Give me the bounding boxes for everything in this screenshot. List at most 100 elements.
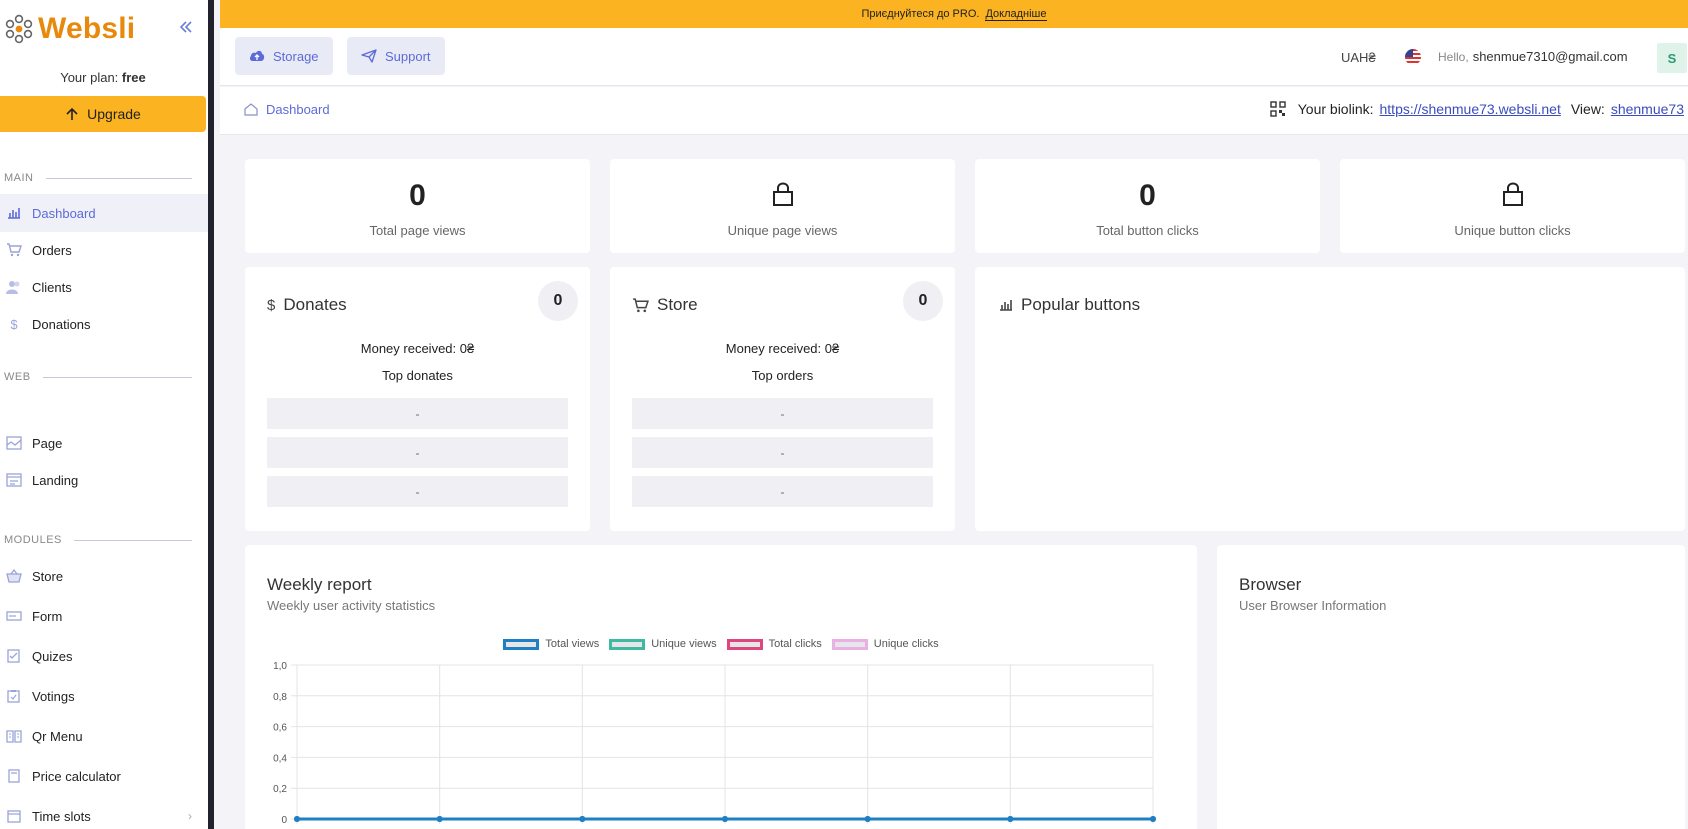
sidebar-item-label: Donations [32,316,91,332]
sidebar-item-time-slots[interactable]: Time slots › [0,797,208,829]
y-tick-label: 0,8 [273,692,287,703]
landing-icon [6,473,22,487]
logo[interactable]: Websli [4,12,135,46]
upgrade-label: Upgrade [87,106,141,122]
store-title-label: Store [657,295,698,314]
section-main: MAIN [4,172,192,184]
stat-total-button-clicks: 0 Total button clicks [975,159,1320,253]
store-money-received: Money received: 0₴ [725,341,840,356]
plan-info: Your plan: free [0,70,206,85]
section-main-label: MAIN [4,172,34,184]
stat-label: Unique button clicks [1454,223,1571,238]
dollar-icon: $ [267,296,276,314]
sidebar-item-form[interactable]: Form [0,597,208,635]
biolink-info: Your biolink: https://shenmue73.websli.n… [1270,101,1684,117]
hello-label: Hello, [1438,50,1469,64]
data-point [864,816,871,822]
lock-icon [1340,181,1685,207]
donates-count-badge: 0 [538,281,578,321]
donates-card: $ Donates 0 Money received: 0₴ Top donat… [245,267,590,531]
bar-chart-icon [1000,300,1012,311]
voting-icon [6,689,22,703]
cart-icon [633,297,649,312]
sidebar-item-landing[interactable]: Landing [0,461,208,499]
sidebar-item-dashboard[interactable]: Dashboard [0,194,208,232]
browser-subtitle: User Browser Information [1239,598,1387,613]
section-modules: MODULES [4,534,192,546]
sidebar-item-qr-menu[interactable]: Qr Menu [0,717,208,755]
divider [42,376,192,378]
storage-label: Storage [273,48,319,64]
user-email: shenmue7310@gmail.com [1472,49,1628,64]
weekly-report-card: Weekly report Weekly user activity stati… [245,545,1197,829]
sidebar-item-label: Votings [32,688,75,704]
page-icon [6,436,22,450]
chevron-right-icon: › [188,809,192,823]
avatar[interactable]: S [1657,43,1687,73]
donates-title: $ Donates [267,295,347,315]
stat-label: Unique page views [727,223,838,238]
sidebar-item-label: Page [32,435,63,451]
support-button[interactable]: Support [347,37,445,75]
book-icon [6,729,22,743]
sidebar-item-label: Quizes [32,648,73,664]
qr-code-icon[interactable] [1270,101,1286,117]
breadcrumb-dashboard: Dashboard [266,102,330,117]
upgrade-button[interactable]: Upgrade [0,96,206,132]
sidebar-item-clients[interactable]: Clients [0,268,208,306]
breadcrumb[interactable]: Dashboard [244,102,330,117]
us-flag-icon[interactable] [1405,49,1421,65]
sidebar-item-votings[interactable]: Votings [0,677,208,715]
donates-money-received: Money received: 0₴ [360,341,475,356]
view-link[interactable]: shenmue73 [1611,101,1684,117]
sidebar-item-orders[interactable]: Orders [0,231,208,269]
store-card: Store 0 Money received: 0₴ Top orders - … [610,267,955,531]
plan-value: free [121,70,146,85]
plan-label: Your plan: [60,70,119,85]
data-point [436,816,443,822]
logo-icon [5,14,33,44]
sidebar-item-label: Time slots [32,808,91,824]
sidebar-item-label: Landing [32,472,79,488]
storage-button[interactable]: Storage [235,37,333,75]
donates-title-label: Donates [283,295,347,314]
banner-link[interactable]: Докладніше [985,8,1047,21]
sidebar-item-store[interactable]: Store [0,557,208,595]
data-point [1150,816,1156,822]
data-point [722,816,728,822]
sidebar: Websli Your plan: free Upgrade MAIN Dash… [0,0,214,829]
breadcrumb-bar: Dashboard Your biolink: https://shenmue7… [220,87,1688,135]
list-item: - [267,437,568,468]
calendar-icon [6,809,22,823]
popular-buttons-title: Popular buttons [999,295,1140,315]
list-item: - [267,398,568,429]
pro-banner: Приєднуйтеся до PRO. Докладніше [220,0,1688,28]
home-icon [244,103,258,116]
sidebar-item-label: Qr Menu [32,728,83,744]
user-greeting: Hello, shenmue7310@gmail.com [1438,49,1628,64]
biolink-label: Your biolink: [1297,101,1374,117]
collapse-sidebar-icon[interactable] [178,18,194,41]
basket-icon [6,569,22,583]
currency-selector[interactable]: UAH₴ [1341,50,1376,65]
section-modules-label: MODULES [4,534,62,546]
stat-value: 0 [1139,179,1156,212]
banner-text: Приєднуйтеся до PRO. [861,8,980,20]
data-point [579,816,586,822]
calculator-icon [6,769,22,783]
logo-text: Websli [38,12,136,45]
biolink-url[interactable]: https://shenmue73.websli.net [1380,101,1561,117]
sidebar-item-price-calculator[interactable]: Price calculator [0,757,208,795]
y-tick-label: 0 [281,815,287,826]
sidebar-item-page[interactable]: Page [0,424,208,462]
list-item: - [267,476,568,507]
section-web-label: WEB [4,371,31,383]
list-item: - [632,398,933,429]
dollar-icon: $ [10,316,18,332]
sidebar-item-label: Form [32,608,63,624]
sidebar-item-quizes[interactable]: Quizes [0,637,208,675]
lock-icon [610,181,955,207]
section-web: WEB [4,371,192,383]
sidebar-item-donations[interactable]: $ Donations [0,305,208,343]
divider [73,539,192,541]
